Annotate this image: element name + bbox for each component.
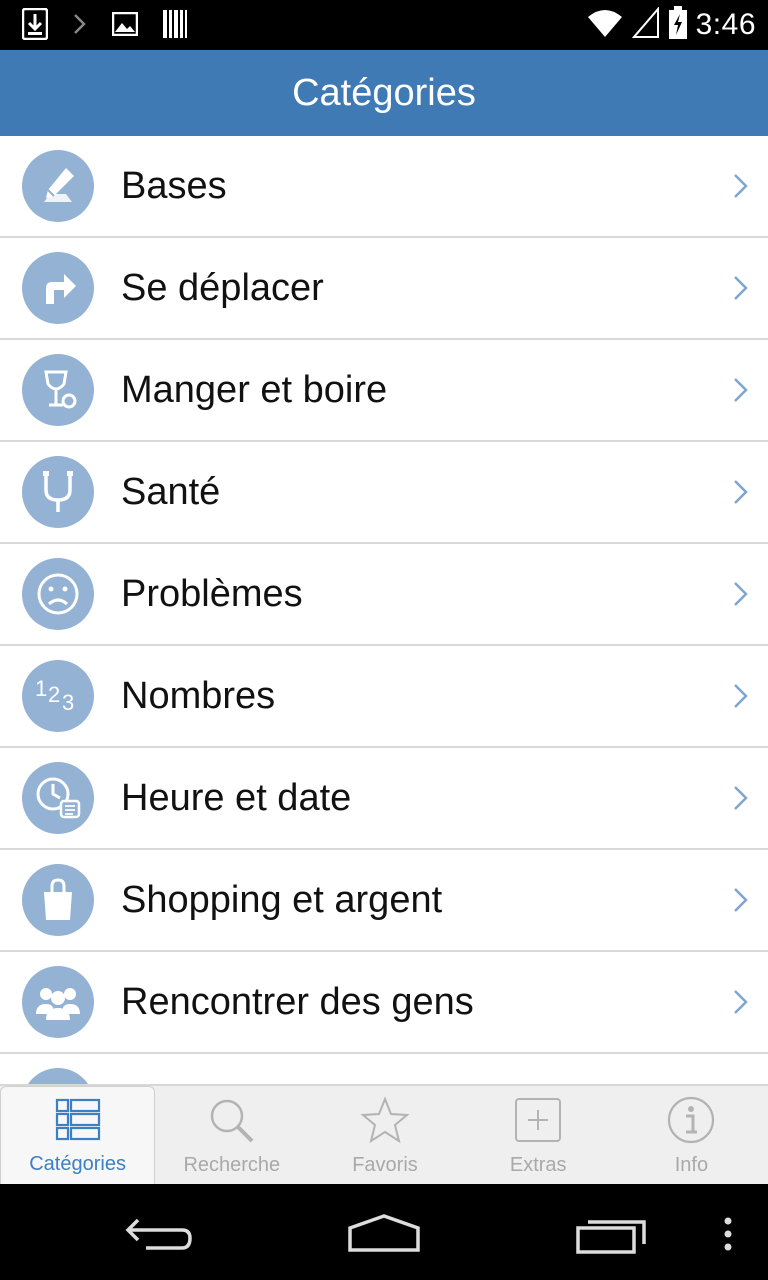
system-icons: 3:46 [586, 6, 756, 44]
app-screen: 3:46 Catégories Bases Se déplacer Manger… [0, 0, 768, 1280]
shopping-bag-icon [22, 864, 94, 936]
recent-apps-icon[interactable] [574, 1216, 648, 1260]
tab-categories[interactable]: Catégories [0, 1086, 156, 1186]
category-label: Problèmes [121, 572, 303, 615]
star-icon [360, 1096, 410, 1148]
category-item-bases[interactable]: Bases [0, 136, 768, 238]
chevron-right-icon [734, 786, 748, 810]
barcode-icon [162, 9, 188, 43]
chevron-right-icon [734, 378, 748, 402]
category-item-partial[interactable] [0, 1054, 768, 1084]
svg-text:3: 3 [62, 690, 74, 715]
notification-icons [21, 7, 188, 44]
pencil-icon [22, 150, 94, 222]
action-bar: Catégories [0, 50, 768, 136]
category-label: Shopping et argent [121, 878, 443, 921]
numbers-123-icon: 123 [22, 660, 94, 732]
chevron-right-icon [734, 990, 748, 1014]
tab-label: Extras [509, 1154, 567, 1176]
category-item-nombres[interactable]: 123 Nombres [0, 646, 768, 748]
system-nav-bar [0, 1184, 768, 1280]
page-title: Catégories [292, 71, 476, 114]
overflow-menu-icon[interactable] [722, 1216, 734, 1256]
category-item-rencontrer-des-gens[interactable]: Rencontrer des gens [0, 952, 768, 1054]
chevron-right-icon [734, 480, 748, 504]
category-item-se-deplacer[interactable]: Se déplacer [0, 238, 768, 340]
wine-glass-icon [22, 354, 94, 426]
chevron-right-icon [72, 12, 88, 40]
svg-text:2: 2 [48, 682, 60, 707]
category-item-heure-et-date[interactable]: Heure et date [0, 748, 768, 850]
tab-favoris[interactable]: Favoris [308, 1086, 461, 1186]
chevron-right-icon [734, 888, 748, 912]
category-label: Manger et boire [121, 368, 388, 411]
signal-icon [631, 6, 660, 43]
clock-calendar-icon [22, 762, 94, 834]
sad-face-icon [22, 558, 94, 630]
clock-time: 3:46 [695, 8, 756, 41]
category-label: Se déplacer [121, 266, 324, 309]
category-item-sante[interactable]: Santé [0, 442, 768, 544]
category-item-shopping-et-argent[interactable]: Shopping et argent [0, 850, 768, 952]
tab-label: Recherche [183, 1154, 281, 1176]
status-bar: 3:46 [0, 0, 768, 50]
partial-category-icon [22, 1068, 94, 1084]
tab-info[interactable]: Info [615, 1086, 768, 1186]
download-icon [21, 7, 49, 44]
chevron-right-icon [734, 684, 748, 708]
plus-box-icon [513, 1096, 563, 1148]
tab-label: Favoris [352, 1154, 418, 1176]
turn-right-arrow-icon [22, 252, 94, 324]
home-icon[interactable] [346, 1212, 422, 1258]
category-label: Santé [121, 470, 221, 513]
category-item-problemes[interactable]: Problèmes [0, 544, 768, 646]
category-label: Heure et date [121, 776, 352, 819]
search-icon [207, 1096, 257, 1148]
bottom-tab-bar: Catégories Recherche Favoris Extras Info [0, 1084, 768, 1186]
category-label: Rencontrer des gens [121, 980, 474, 1023]
back-icon[interactable] [124, 1214, 196, 1258]
category-label: Nombres [121, 674, 276, 717]
chevron-right-icon [734, 174, 748, 198]
list-grid-icon [55, 1097, 101, 1147]
people-icon [22, 966, 94, 1038]
image-icon [111, 11, 139, 40]
category-list[interactable]: Bases Se déplacer Manger et boire Santé [0, 136, 768, 1084]
battery-charging-icon [668, 6, 688, 44]
tab-label: Catégories [29, 1153, 126, 1175]
tab-recherche[interactable]: Recherche [155, 1086, 308, 1186]
tab-extras[interactable]: Extras [462, 1086, 615, 1186]
stethoscope-icon [22, 456, 94, 528]
category-label: Bases [121, 164, 227, 207]
wifi-icon [586, 8, 624, 42]
category-item-manger-et-boire[interactable]: Manger et boire [0, 340, 768, 442]
chevron-right-icon [734, 276, 748, 300]
chevron-right-icon [734, 582, 748, 606]
tab-label: Info [674, 1154, 709, 1176]
info-icon [666, 1096, 716, 1148]
svg-text:1: 1 [35, 676, 47, 701]
